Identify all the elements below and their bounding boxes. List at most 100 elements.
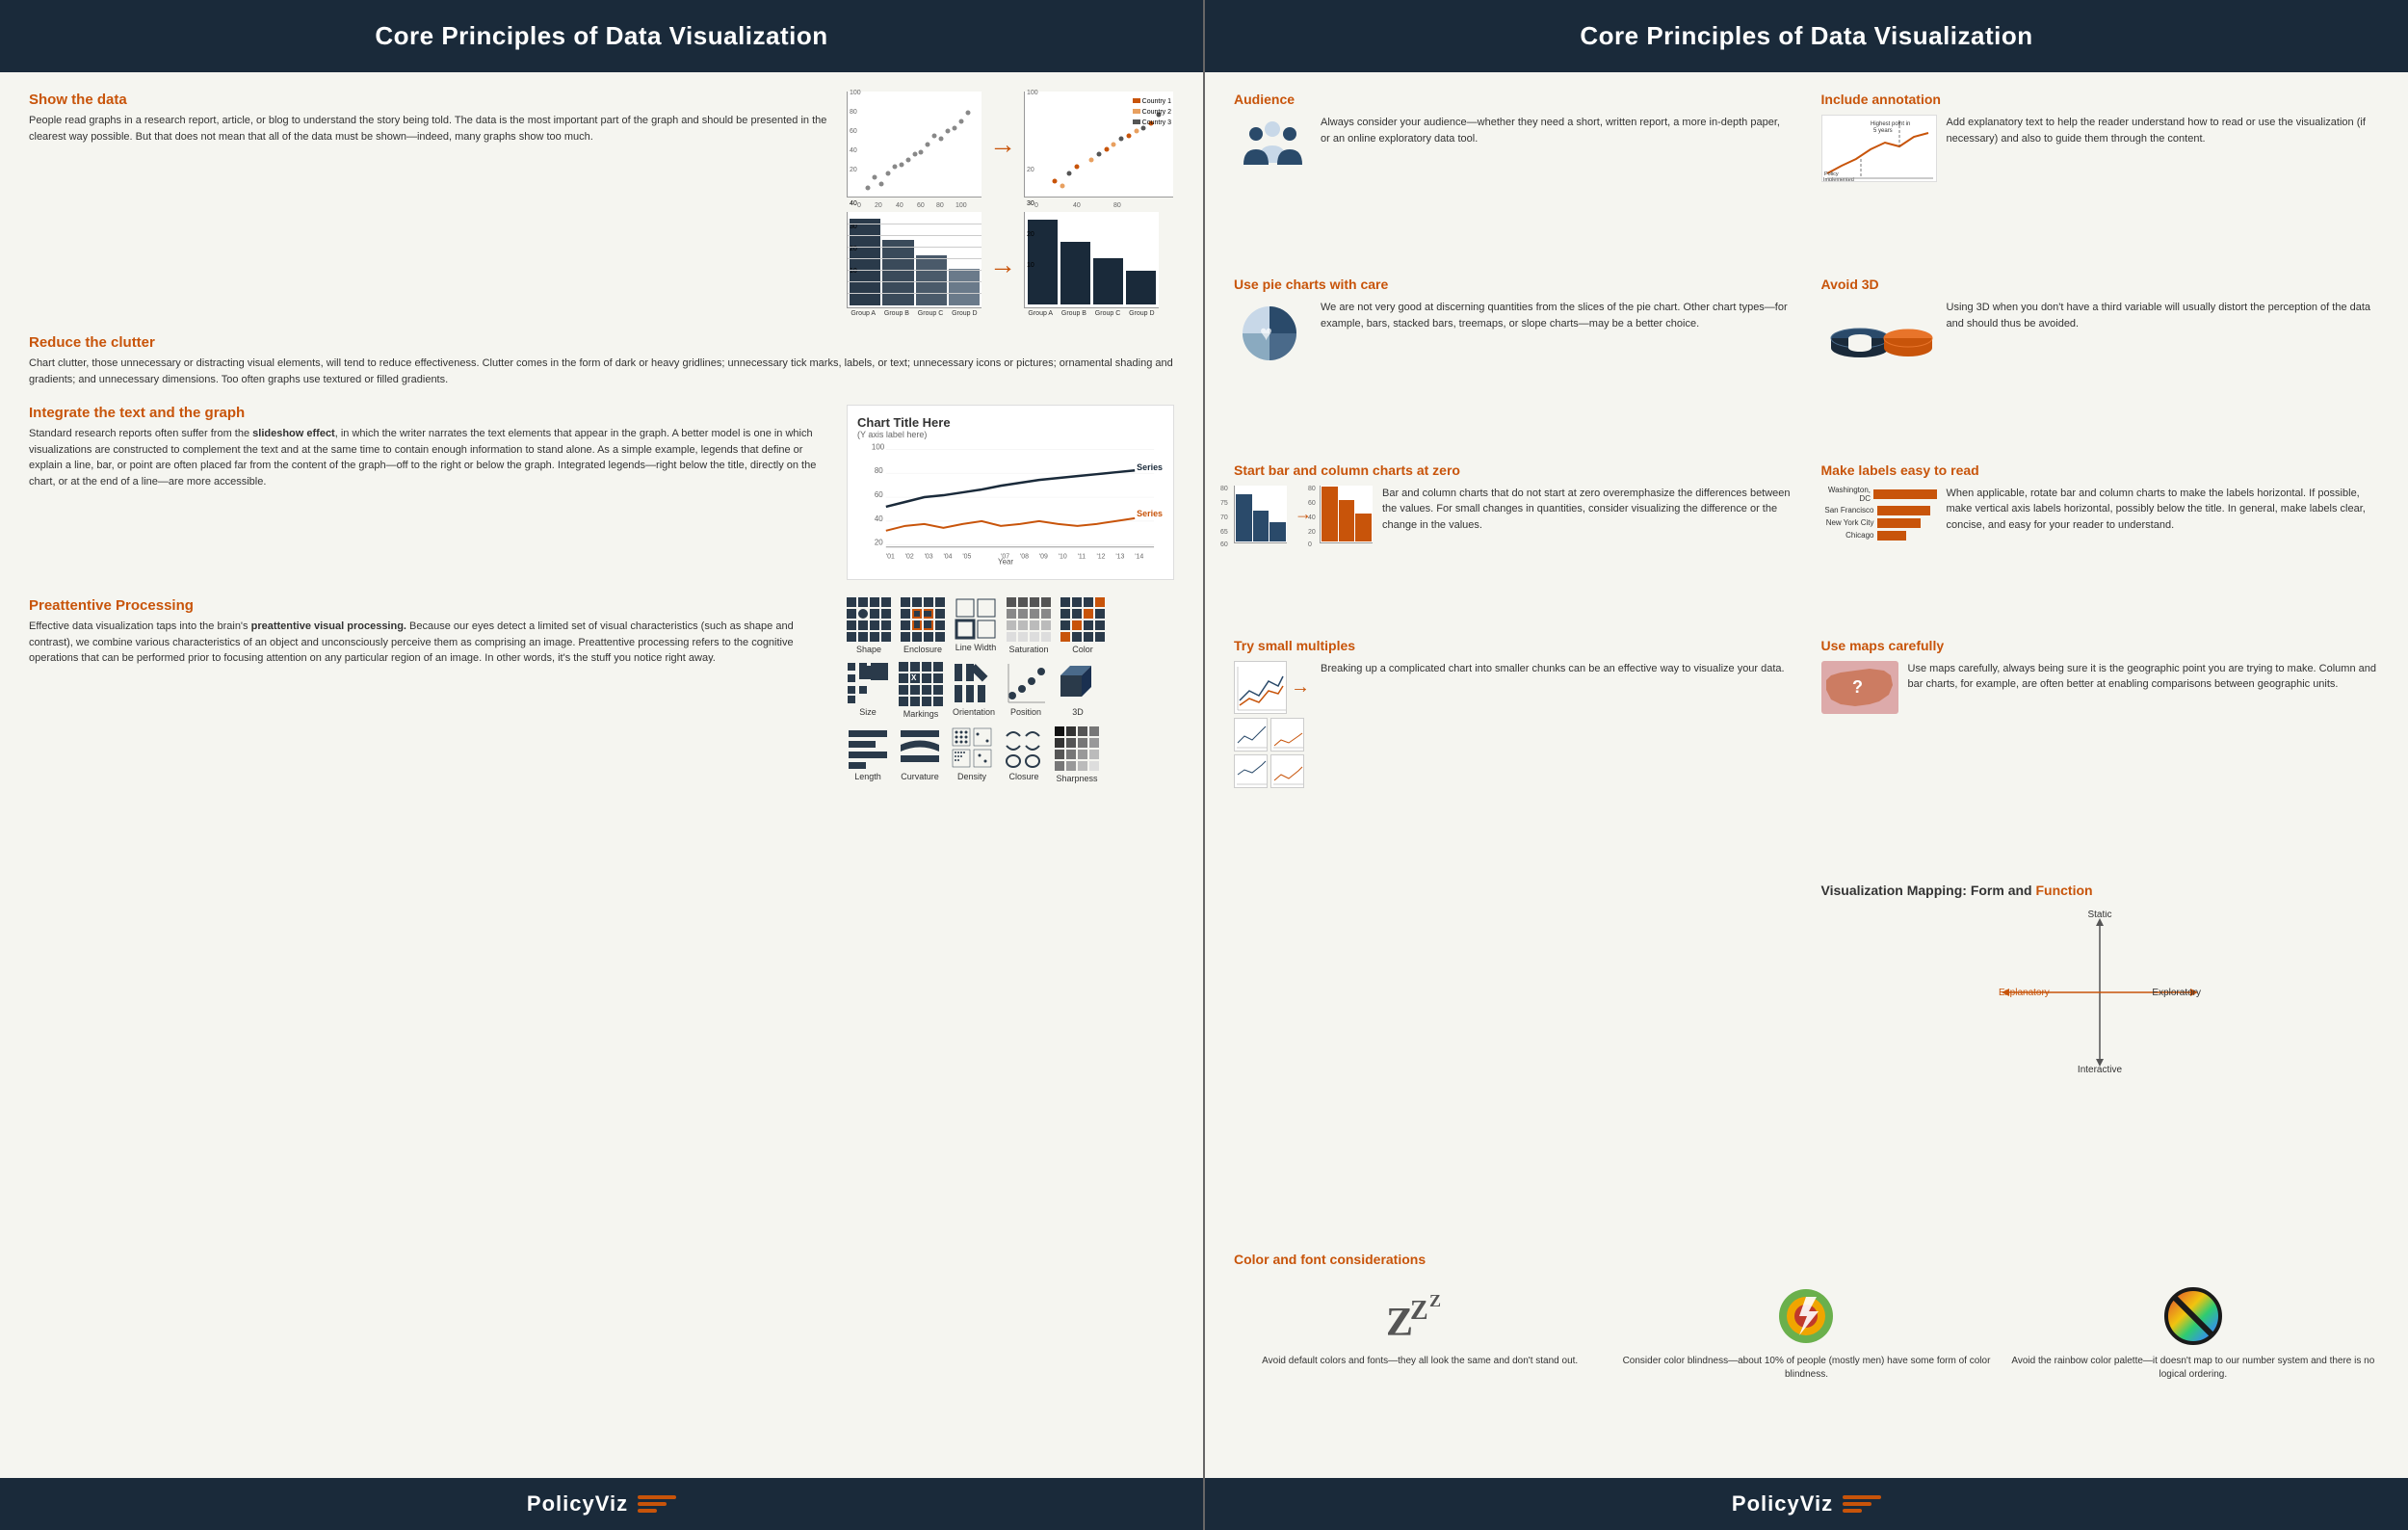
small-charts-grid [1234, 718, 1304, 788]
grid-enclosure: Enclosure [901, 597, 945, 654]
svg-text:40: 40 [875, 514, 883, 523]
horiz-bar-sf: San Francisco [1821, 506, 1937, 515]
grid-color: Color [1060, 597, 1105, 654]
annotation-section: Include annotation Highest point in 5 ye… [1821, 92, 2380, 259]
horiz-bar-nyc: New York City [1821, 518, 1937, 528]
viz-function-word: Function [2035, 883, 2092, 898]
avoid-3d-body: Using 3D when you don't have a third var… [1821, 300, 2380, 367]
svg-text:'04: '04 [943, 554, 952, 561]
svg-text:Z: Z [1386, 1301, 1413, 1345]
right-brand: PolicyViz [1732, 1491, 1833, 1517]
svg-text:♥: ♥ [1260, 321, 1272, 345]
audience-section: Audience Always c [1234, 92, 1793, 259]
left-header: Core Principles of Data Visualization [0, 0, 1203, 72]
svg-text:Highest point in: Highest point in [1871, 121, 1910, 127]
annotation-visual: Highest point in 5 years Policy Implemen… [1821, 115, 1937, 182]
labels-text: When applicable, rotate bar and column c… [1947, 486, 2380, 534]
start-zero-text: Bar and column charts that do not start … [1382, 486, 1793, 534]
labels-body: Washington, DC San Francisco New York Ci… [1821, 486, 2380, 543]
svg-text:Z: Z [1429, 1291, 1441, 1310]
chart-title: Chart Title Here [857, 415, 1164, 430]
integrate-text-text: Integrate the text and the graph Standar… [29, 405, 832, 489]
show-data-text: Show the data People read graphs in a re… [29, 92, 832, 145]
show-data-body: People read graphs in a research report,… [29, 113, 832, 145]
avoid-3d-text: Using 3D when you don't have a third var… [1947, 300, 2380, 331]
maps-visual: ? [1821, 661, 1898, 714]
nyc-label: New York City [1821, 518, 1874, 527]
left-brand: PolicyViz [527, 1491, 628, 1517]
scatter-arrow: → [989, 129, 1016, 160]
reduce-clutter-body: Chart clutter, those unnecessary or dist… [29, 356, 1174, 387]
preattentive-text: Preattentive Processing Effective data v… [29, 597, 832, 791]
3d-label: 3D [1072, 707, 1084, 717]
bar-zero-comparison: 80 75 70 65 60 → [1234, 486, 1373, 543]
start-zero-visual: 80 75 70 65 60 → [1234, 486, 1373, 543]
viz-form-word: Form [1971, 883, 2004, 898]
grid-line-width: Line Width [955, 597, 997, 652]
chart-subtitle: (Y axis label here) [857, 430, 1164, 439]
grid-curvature: Curvature [899, 726, 941, 781]
svg-text:100: 100 [872, 442, 885, 451]
labels-visual: Washington, DC San Francisco New York Ci… [1821, 486, 1937, 543]
chicago-bar [1877, 531, 1906, 541]
grid-3d: 3D [1057, 662, 1099, 717]
maps-text: Use maps carefully, always being sure it… [1908, 661, 2380, 693]
svg-text:'01: '01 [886, 554, 895, 561]
grid-position: Position [1005, 662, 1047, 717]
small-multiples-text: Breaking up a complicated chart into sma… [1321, 661, 1793, 677]
tiny-chart-2 [1270, 718, 1304, 752]
scatter-container: 100 80 60 40 20 0 20 40 60 80 100 [847, 92, 1174, 198]
grid-row-3: Length Curvature [847, 726, 1174, 783]
color-item-z: Z Z Z Avoid default colors and fonts—the… [1234, 1282, 1606, 1382]
right-header: Core Principles of Data Visualization [1205, 0, 2408, 72]
maps-body: ? Use maps carefully, always being sure … [1821, 661, 2380, 714]
viz-mapping-title: Visualization Mapping: Form and Function [1821, 883, 2380, 898]
right-footer-lines [1843, 1495, 1881, 1513]
left-footer: PolicyViz [0, 1478, 1203, 1530]
integrate-text-section: Integrate the text and the graph Standar… [29, 405, 1174, 580]
left-panel: Core Principles of Data Visualization Sh… [0, 0, 1203, 1530]
grid-length: Length [847, 726, 889, 781]
svg-text:Exploratory: Exploratory [2153, 988, 2202, 998]
tiny-chart-1 [1234, 718, 1268, 752]
svg-text:?: ? [1852, 677, 1863, 697]
chicago-label: Chicago [1821, 531, 1874, 540]
horiz-bar-dc: Washington, DC [1821, 486, 1937, 503]
z-text: Avoid default colors and fonts—they all … [1262, 1355, 1578, 1368]
labels-title: Make labels easy to read [1821, 462, 2380, 478]
start-zero-section: Start bar and column charts at zero 80 [1234, 462, 1793, 620]
reduce-clutter-section: Reduce the clutter Chart clutter, those … [29, 334, 1174, 387]
grid-row-2: Size X Markings [847, 662, 1174, 719]
grid-shape: Shape [847, 597, 891, 654]
sf-label: San Francisco [1821, 506, 1874, 514]
color-item-rainbow: Avoid the rainbow color palette—it doesn… [2007, 1282, 2379, 1382]
svg-text:20: 20 [875, 539, 883, 547]
annotation-chart: Highest point in 5 years Policy Implemen… [1821, 115, 1937, 182]
small-multiples-visual: → [1234, 661, 1311, 788]
svg-text:'11: '11 [1078, 554, 1086, 561]
small-multiples-title: Try small multiples [1234, 638, 1793, 653]
z-visual: Z Z Z [1381, 1282, 1458, 1350]
reduce-clutter-title: Reduce the clutter [29, 334, 1174, 351]
pie-section: Use pie charts with care ♥ We are not ve… [1234, 277, 1793, 444]
svg-text:Z: Z [1410, 1296, 1428, 1326]
viz-mapping-diagram: Static Interactive Explanatory Explorato… [1821, 906, 2380, 1079]
pie-visual: ♥ [1234, 300, 1311, 367]
audience-body: Always consider your audience—whether th… [1234, 115, 1793, 168]
tiny-chart-4 [1270, 754, 1304, 788]
bar-not-zero [1234, 486, 1287, 543]
dc-bar [1873, 489, 1937, 499]
line-chart-svg: 100 80 60 40 20 [857, 439, 1164, 565]
avoid-3d-visual [1821, 300, 1937, 367]
svg-text:'02: '02 [905, 554, 914, 561]
sf-bar [1877, 506, 1930, 515]
small-multiples-section: Try small multiples → [1234, 638, 1793, 865]
grid-sharpness: Sharpness [1055, 726, 1099, 783]
pie-body: ♥ We are not very good at discerning qua… [1234, 300, 1793, 367]
grid-density: Density [951, 726, 993, 781]
footer-line-2 [638, 1502, 667, 1506]
svg-text:Year: Year [998, 558, 1013, 565]
multiples-arrow: → [1291, 676, 1310, 699]
sharpness-label: Sharpness [1056, 774, 1097, 783]
audience-text: Always consider your audience—whether th… [1321, 115, 1793, 146]
